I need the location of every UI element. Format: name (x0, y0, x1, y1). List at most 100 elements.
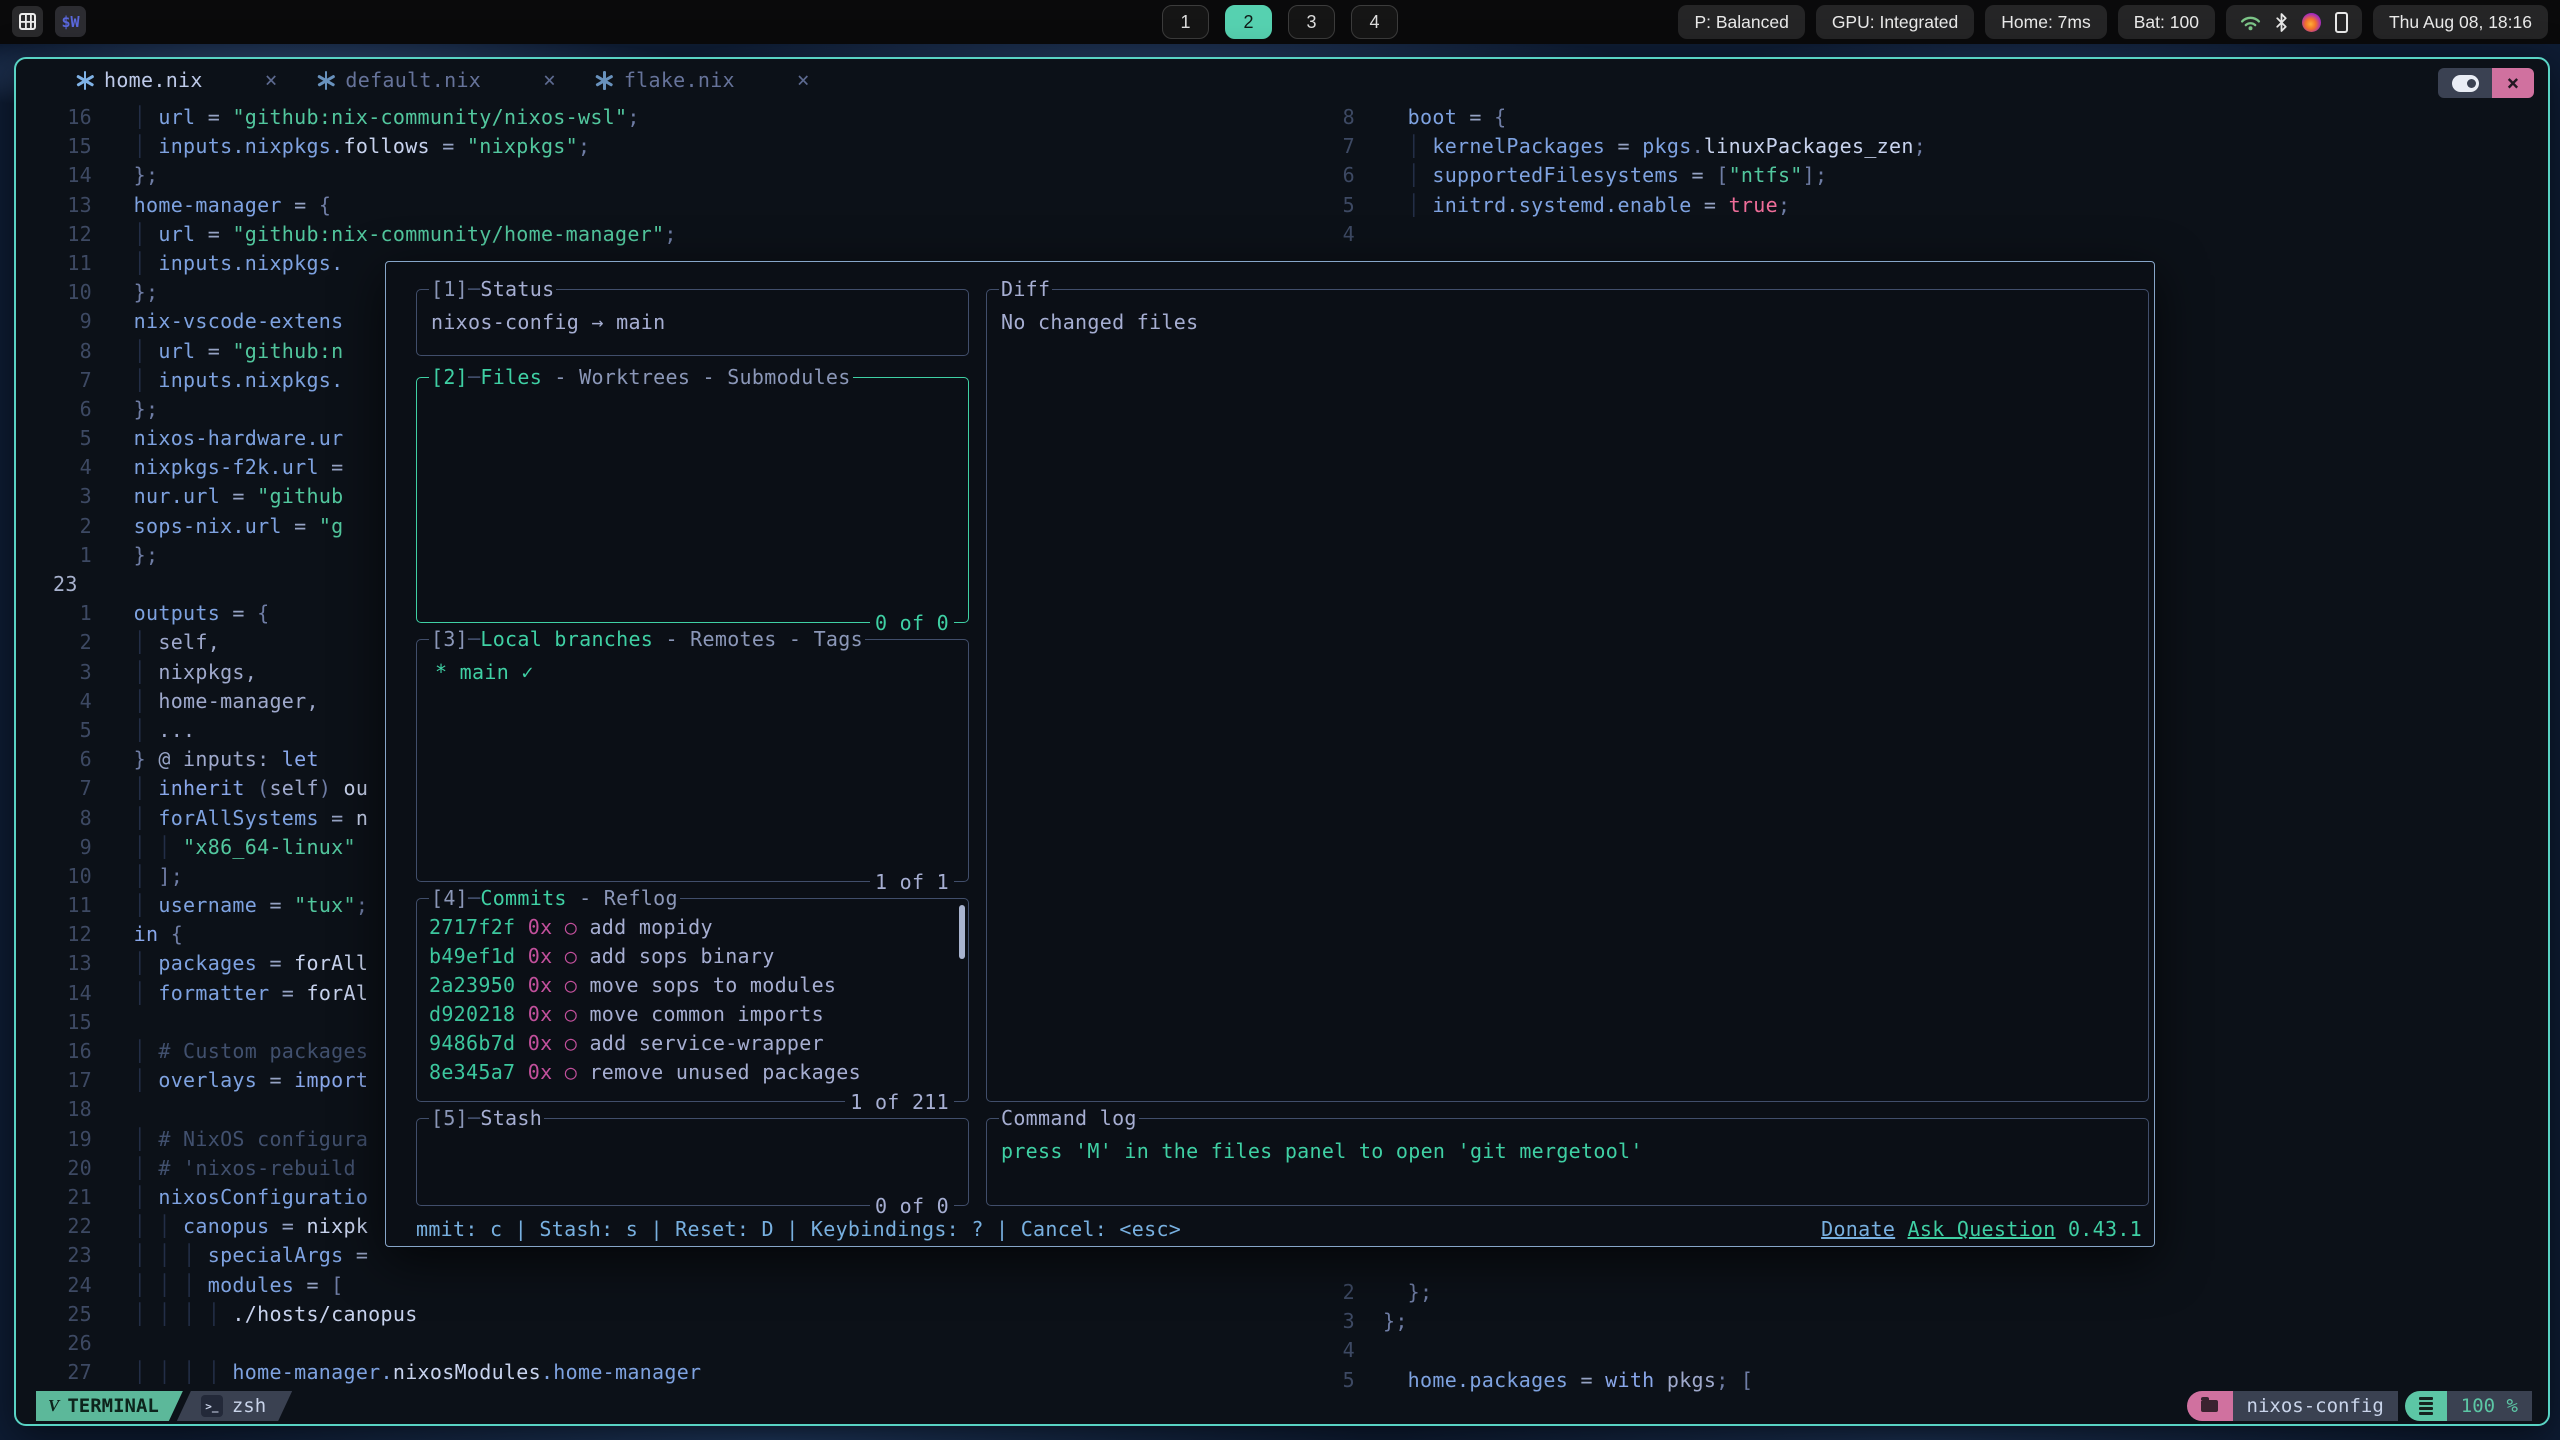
commit-row[interactable]: 8e345a7 0x ○ remove unused packages (429, 1058, 968, 1087)
code-text (92, 1095, 109, 1124)
lazygit-files-panel[interactable]: [2]─Files - Worktrees - Submodules 0 of … (416, 377, 969, 623)
line-number: 23 (30, 1241, 92, 1270)
line-number: 8 (30, 804, 92, 833)
commit-hash: 9486b7d (429, 1031, 515, 1055)
code-text: │ supportedFilesystems = ["ntfs"]; (1355, 161, 1827, 190)
code-text: outputs = { (92, 599, 269, 628)
topbar-left: $W (12, 6, 86, 37)
ask-question-link[interactable]: Ask Question (1908, 1217, 2056, 1241)
commit-row[interactable]: 9486b7d 0x ○ add service-wrapper (429, 1029, 968, 1058)
status-bar: VTERMINAL >_zsh nixos-config 100 % (16, 1391, 2548, 1421)
line-number: 13 (30, 191, 92, 220)
line-number: 1 (30, 541, 92, 570)
top-bar: $W 1234 P: BalancedGPU: IntegratedHome: … (0, 0, 2560, 44)
workspace-button-1[interactable]: 1 (1162, 5, 1209, 39)
line-number: 12 (30, 220, 92, 249)
code-text: │ # 'nixos-rebuild (92, 1154, 356, 1183)
commit-row[interactable]: d920218 0x ○ move common imports (429, 1000, 968, 1029)
line-number: 27 (30, 1358, 92, 1387)
commits-scrollbar[interactable] (959, 905, 965, 959)
commit-author-tag: 0x (515, 915, 564, 939)
code-text: │ # Custom packages (92, 1037, 368, 1066)
window-toggle-button[interactable] (2438, 68, 2492, 98)
code-text: │ │ canopus = nixpk (92, 1212, 368, 1241)
tab-label: flake.nix (624, 68, 735, 92)
line-number: 6 (30, 745, 92, 774)
code-text: │ self, (92, 628, 220, 657)
commit-graph-icon: ○ (565, 1031, 577, 1055)
line-number: 1 (30, 599, 92, 628)
lazygit-stash-panel[interactable]: [5]─Stash 0 of 0 (416, 1118, 969, 1206)
commit-hash: b49ef1d (429, 944, 515, 968)
lazygit-status-panel[interactable]: [1]─Status nixos-config → main (416, 289, 969, 356)
toggle-knob-icon (2452, 75, 2479, 92)
workspace-button-4[interactable]: 4 (1351, 5, 1398, 39)
line-number: 9 (30, 307, 92, 336)
commit-message: add mopidy (577, 915, 713, 939)
commit-graph-icon: ○ (565, 1002, 577, 1026)
editor-pane-right-top[interactable]: 8 boot = {7 │ kernelPackages = pkgs.linu… (1304, 103, 1926, 249)
workspace-monogram[interactable]: $W (55, 6, 86, 37)
tab-label: home.nix (104, 68, 203, 92)
line-number: 4 (1304, 1336, 1355, 1365)
tab-close-icon[interactable]: × (543, 68, 556, 92)
tray-icons[interactable] (2226, 5, 2362, 39)
code-text: │ # NixOS configura (92, 1125, 368, 1154)
code-line: 8 boot = { (1304, 103, 1926, 132)
code-line: 16 │ url = "github:nix-community/nixos-w… (30, 103, 701, 132)
commit-message: move common imports (577, 1002, 824, 1026)
workspace-button-3[interactable]: 3 (1288, 5, 1335, 39)
apps-grid-icon[interactable] (12, 6, 43, 37)
code-text: │ inputs.nixpkgs. (92, 366, 344, 395)
tab-flake.nix[interactable]: flake.nix × (586, 59, 818, 101)
code-text: nixos-hardware.ur (92, 424, 343, 453)
tab-home.nix[interactable]: home.nix × (66, 59, 285, 101)
lazygit-commits-panel[interactable]: [4]─Commits - Reflog 2717f2f 0x ○ add mo… (416, 898, 969, 1102)
line-number: 5 (30, 716, 92, 745)
commit-hash: d920218 (429, 1002, 515, 1026)
lazygit-keybindings-bar: mmit: c | Stash: s | Reset: D | Keybindi… (416, 1214, 2142, 1244)
status-pill: GPU: Integrated (1816, 5, 1974, 39)
commit-author-tag: 0x (515, 1031, 564, 1055)
line-number: 18 (30, 1095, 92, 1124)
status-pill: Bat: 100 (2118, 5, 2215, 39)
commit-author-tag: 0x (515, 1060, 564, 1084)
line-number: 23 (30, 570, 92, 599)
workspace-button-2[interactable]: 2 (1225, 5, 1272, 39)
commit-hash: 2717f2f (429, 915, 515, 939)
code-text: │ overlays = import (92, 1066, 368, 1095)
lazygit-diff-panel[interactable]: Diff No changed files (986, 289, 2149, 1102)
screen: $W 1234 P: BalancedGPU: IntegratedHome: … (0, 0, 2560, 1440)
commit-message: move sops to modules (577, 973, 836, 997)
commit-row[interactable]: 2717f2f 0x ○ add mopidy (429, 913, 968, 942)
line-number: 14 (30, 161, 92, 190)
window-close-button[interactable]: × (2492, 68, 2534, 98)
editor-pane-right-bottom[interactable]: 2 };3};45 home.packages = with pkgs; [ (1304, 1278, 1753, 1395)
code-line: 26 (30, 1329, 701, 1358)
code-text (92, 570, 109, 599)
line-number: 8 (30, 337, 92, 366)
status-pill: Home: 7ms (1985, 5, 2106, 39)
code-text: │ formatter = forAl (92, 979, 368, 1008)
tab-default.nix[interactable]: default.nix× (307, 59, 563, 101)
code-text: │ │ │ │ home-manager.nixosModules.home-m… (92, 1358, 701, 1387)
folder-pill (2187, 1391, 2233, 1421)
commit-hash: 8e345a7 (429, 1060, 515, 1084)
commit-row[interactable]: 2a23950 0x ○ move sops to modules (429, 971, 968, 1000)
bluetooth-icon (2275, 13, 2288, 32)
code-line: 13 home-manager = { (30, 191, 701, 220)
lazygit-command-log-panel[interactable]: Command log press 'M' in the files panel… (986, 1118, 2149, 1206)
commit-row[interactable]: b49ef1d 0x ○ add sops binary (429, 942, 968, 971)
code-text: home-manager = { (92, 191, 331, 220)
tab-close-icon[interactable]: × (797, 68, 810, 92)
lazygit-branches-panel[interactable]: [3]─Local branches - Remotes - Tags * ma… (416, 639, 969, 882)
commits-panel-title: [4]─Commits - Reflog (429, 884, 680, 912)
code-line: 3}; (1304, 1307, 1753, 1336)
commit-graph-icon: ○ (565, 1060, 577, 1084)
line-number: 19 (30, 1125, 92, 1154)
tab-close-icon[interactable]: × (265, 68, 278, 92)
list-pill (2405, 1391, 2447, 1421)
donate-link[interactable]: Donate (1821, 1217, 1895, 1241)
workspace-switcher: 1234 (1162, 5, 1398, 39)
code-text: │ │ │ modules = [ (92, 1271, 344, 1300)
